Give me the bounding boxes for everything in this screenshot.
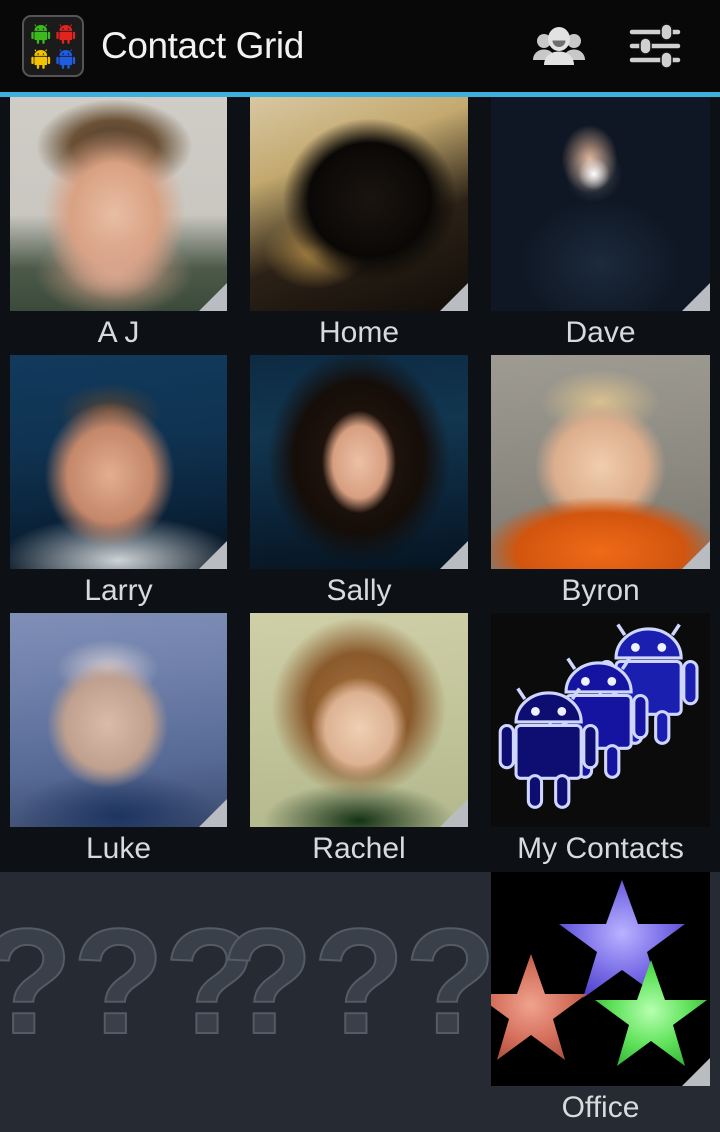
contact-label: Byron	[561, 574, 640, 607]
contact-tile-home[interactable]: Home	[250, 97, 468, 355]
corner-fold-icon	[440, 799, 468, 827]
contact-label: A J	[97, 316, 140, 349]
contact-label: Dave	[565, 316, 636, 349]
group-photo[interactable]	[491, 613, 710, 827]
corner-fold-icon	[682, 283, 710, 311]
grid-row: Luke Rachel My Contacts	[0, 613, 720, 872]
corner-fold-icon	[199, 799, 227, 827]
grid-row-placeholders: ??? ??? Office	[0, 872, 720, 1132]
three-stars-icon	[491, 880, 707, 1066]
android-blue-icon	[55, 48, 75, 69]
contact-photo[interactable]	[250, 355, 468, 569]
contact-photo[interactable]	[10, 355, 227, 569]
settings-sliders-icon	[629, 23, 681, 69]
android-trio-icon	[498, 623, 699, 809]
group-photo[interactable]	[491, 872, 710, 1086]
corner-fold-icon	[199, 541, 227, 569]
group-tile-office[interactable]: Office	[491, 872, 710, 1130]
contact-grid-app-icon[interactable]	[22, 15, 84, 77]
grid-row: A J Home Dave	[0, 97, 720, 355]
contact-grid[interactable]: A J Home Dave Larry Sally Byron Luke Rac…	[0, 97, 720, 1132]
placeholder-tile[interactable]: ???	[0, 872, 257, 1090]
contact-tile-a-j[interactable]: A J	[10, 97, 227, 355]
android-red-icon	[55, 24, 75, 44]
corner-fold-icon	[199, 283, 227, 311]
contact-tile-rachel[interactable]: Rachel	[250, 613, 468, 871]
corner-fold-icon	[682, 1058, 710, 1086]
contact-tile-sally[interactable]: Sally	[250, 355, 468, 613]
group-label: Office	[561, 1091, 640, 1124]
contact-label: Rachel	[312, 832, 406, 865]
contact-label: Home	[318, 316, 400, 349]
contact-label: Luke	[85, 832, 152, 865]
contact-tile-byron[interactable]: Byron	[491, 355, 710, 613]
groups-icon	[533, 27, 585, 65]
contact-photo[interactable]	[491, 97, 710, 311]
contact-tile-larry[interactable]: Larry	[10, 355, 227, 613]
header-actions	[530, 0, 720, 92]
contact-photo[interactable]	[250, 613, 468, 827]
contact-photo[interactable]	[10, 613, 227, 827]
groups-button[interactable]	[530, 17, 588, 75]
contact-tile-luke[interactable]: Luke	[10, 613, 227, 871]
corner-fold-icon	[682, 541, 710, 569]
page-title: Contact Grid	[101, 25, 304, 66]
android-yellow-icon	[31, 48, 51, 69]
contact-label: Sally	[326, 574, 392, 607]
settings-button[interactable]	[626, 17, 684, 75]
corner-fold-icon	[440, 541, 468, 569]
corner-fold-icon	[440, 283, 468, 311]
app-header: Contact Grid	[0, 0, 720, 92]
group-label: My Contacts	[517, 832, 684, 865]
contact-label: Larry	[84, 574, 153, 607]
group-tile-my-contacts[interactable]: My Contacts	[491, 613, 710, 871]
android-green-icon	[31, 24, 51, 44]
contact-photo[interactable]	[250, 97, 468, 311]
contact-tile-dave[interactable]: Dave	[491, 97, 710, 355]
contact-photo[interactable]	[10, 97, 227, 311]
placeholder-tile[interactable]: ???	[221, 872, 498, 1090]
grid-row: Larry Sally Byron	[0, 355, 720, 613]
contact-photo[interactable]	[491, 355, 710, 569]
